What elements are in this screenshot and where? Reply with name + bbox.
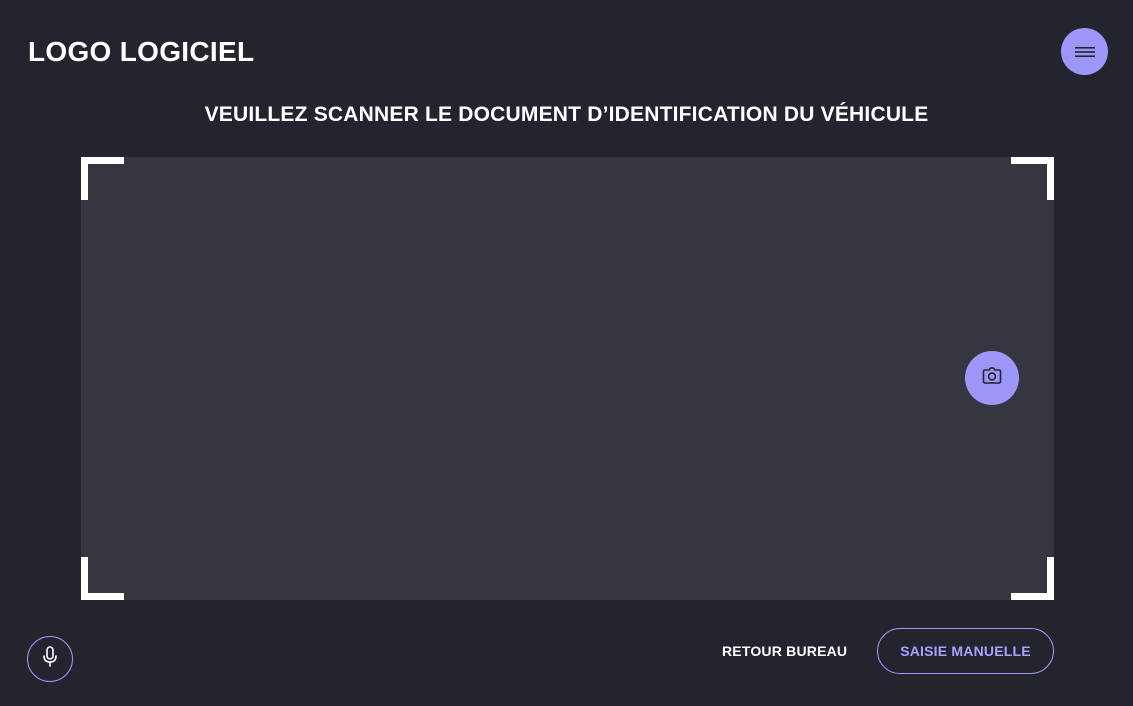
camera-icon	[982, 366, 1002, 390]
app-logo: LOGO LOGICIEL	[28, 36, 255, 67]
manual-entry-button[interactable]: SAISIE MANUELLE	[877, 628, 1054, 674]
microphone-button[interactable]	[27, 636, 73, 682]
viewfinder-corner-top-right	[1011, 157, 1054, 200]
viewfinder-corner-bottom-left	[81, 557, 124, 600]
menu-button[interactable]	[1061, 28, 1108, 75]
page-title: VEUILLEZ SCANNER LE DOCUMENT D’IDENTIFIC…	[204, 103, 929, 126]
viewfinder-corner-bottom-right	[1011, 557, 1054, 600]
scan-viewfinder	[81, 157, 1054, 600]
hamburger-menu-icon	[1074, 46, 1095, 58]
viewfinder-corner-top-left	[81, 157, 124, 200]
microphone-icon	[42, 645, 58, 673]
back-to-desk-link[interactable]: RETOUR BUREAU	[722, 642, 847, 660]
capture-button[interactable]	[965, 351, 1019, 405]
